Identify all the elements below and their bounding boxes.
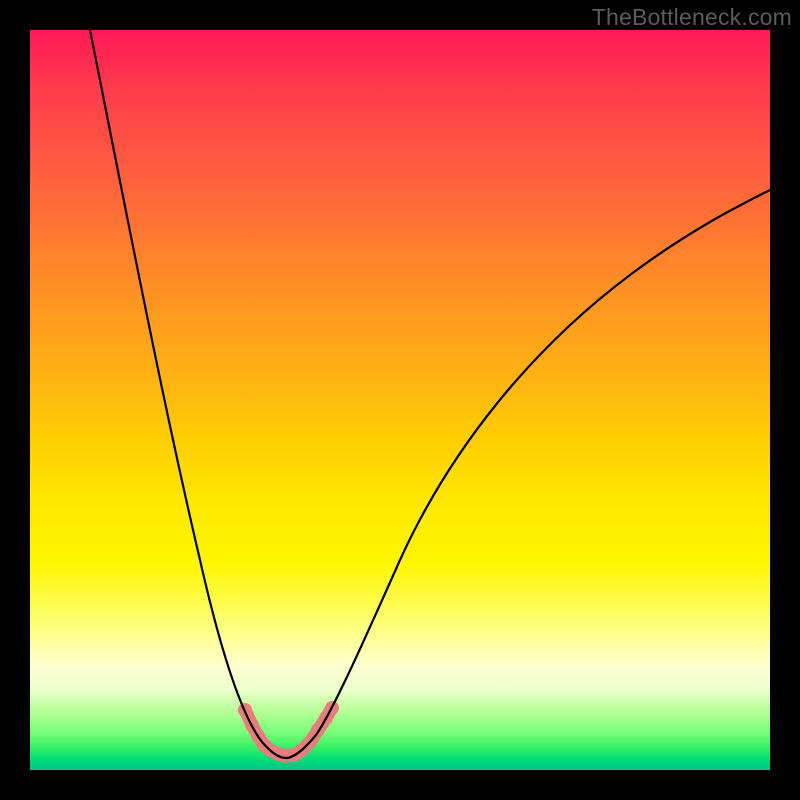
chart-frame: TheBottleneck.com bbox=[0, 0, 800, 800]
watermark-text: TheBottleneck.com bbox=[592, 4, 792, 31]
bottleneck-curve bbox=[90, 30, 770, 758]
plot-area bbox=[30, 30, 770, 770]
chart-svg bbox=[30, 30, 770, 770]
